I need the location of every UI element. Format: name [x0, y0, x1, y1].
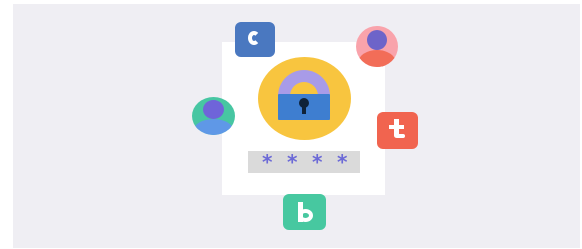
password-mask-char: * [312, 150, 323, 174]
password-field: * * * * [248, 151, 360, 173]
password-mask-char: * [337, 150, 348, 174]
letter-b-bowl [298, 209, 313, 222]
avatar-body [358, 50, 396, 67]
user-avatar-icon [192, 97, 235, 135]
keyhole-stem [302, 104, 306, 114]
password-mask-char: * [287, 150, 298, 174]
password-mask-char: * [262, 150, 273, 174]
letter-t-tail [397, 134, 405, 138]
letter-b-app-icon [283, 194, 326, 230]
letter-t-app-icon [377, 112, 418, 149]
user-avatar-icon [356, 26, 398, 67]
avatar-head [367, 30, 387, 50]
letter-c-glyph [248, 31, 260, 45]
letter-t-crossbar [389, 125, 404, 129]
avatar-body [194, 119, 233, 135]
avatar-head [203, 100, 224, 119]
letter-c-app-icon [235, 22, 275, 57]
